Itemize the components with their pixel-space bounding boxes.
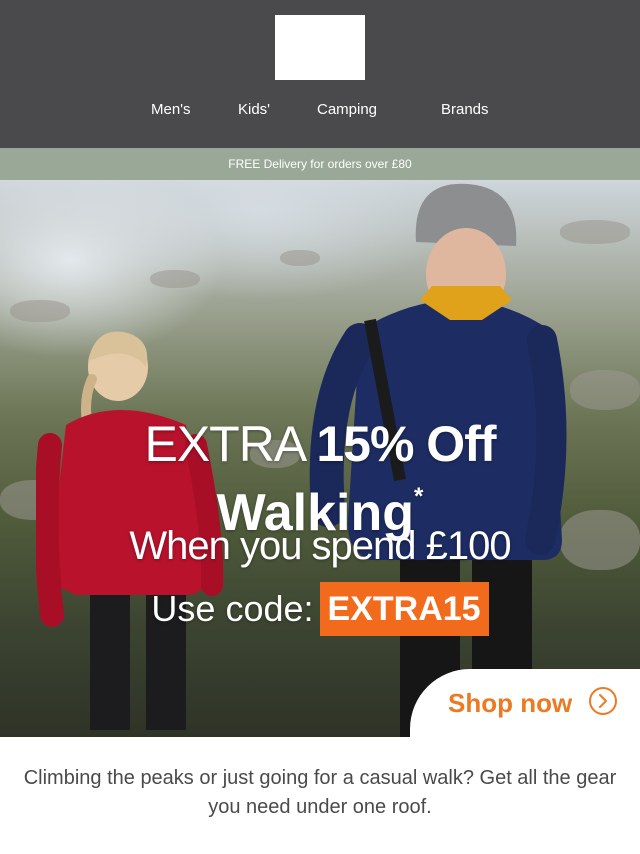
headline-extra: EXTRA (144, 416, 304, 472)
hero-banner[interactable]: EXTRA 15% Off Walking* When you spend £1… (0, 180, 640, 737)
promo-code-row: Use code: EXTRA15 (0, 582, 640, 636)
shop-now-button[interactable]: Shop now (410, 669, 640, 737)
nav-link-mens[interactable]: Men's (151, 101, 191, 118)
brand-logo[interactable] (275, 15, 365, 80)
free-delivery-text: FREE Delivery for orders over £80 (228, 157, 412, 171)
promo-code-label: Use code: (151, 588, 314, 629)
shop-now-label: Shop now (448, 687, 573, 718)
nav-link-camping[interactable]: Camping (317, 101, 377, 118)
main-nav: Men's Kids' Camping Brands (0, 101, 640, 121)
headline-discount: 15% Off (316, 416, 496, 472)
promo-code-badge: EXTRA15 (319, 582, 489, 636)
terms-asterisk: * (414, 483, 424, 510)
nav-link-kids[interactable]: Kids' (238, 101, 270, 118)
free-delivery-banner[interactable]: FREE Delivery for orders over £80 (0, 148, 640, 180)
body-copy: Climbing the peaks or just going for a c… (23, 767, 617, 818)
nav-link-brands[interactable]: Brands (441, 101, 489, 118)
email-header: Men's Kids' Camping Brands (0, 0, 640, 148)
chevron-right-icon (589, 687, 617, 715)
headline-line-1: EXTRA 15% Off (0, 416, 640, 472)
headline-spend-threshold: When you spend £100 (129, 524, 511, 568)
